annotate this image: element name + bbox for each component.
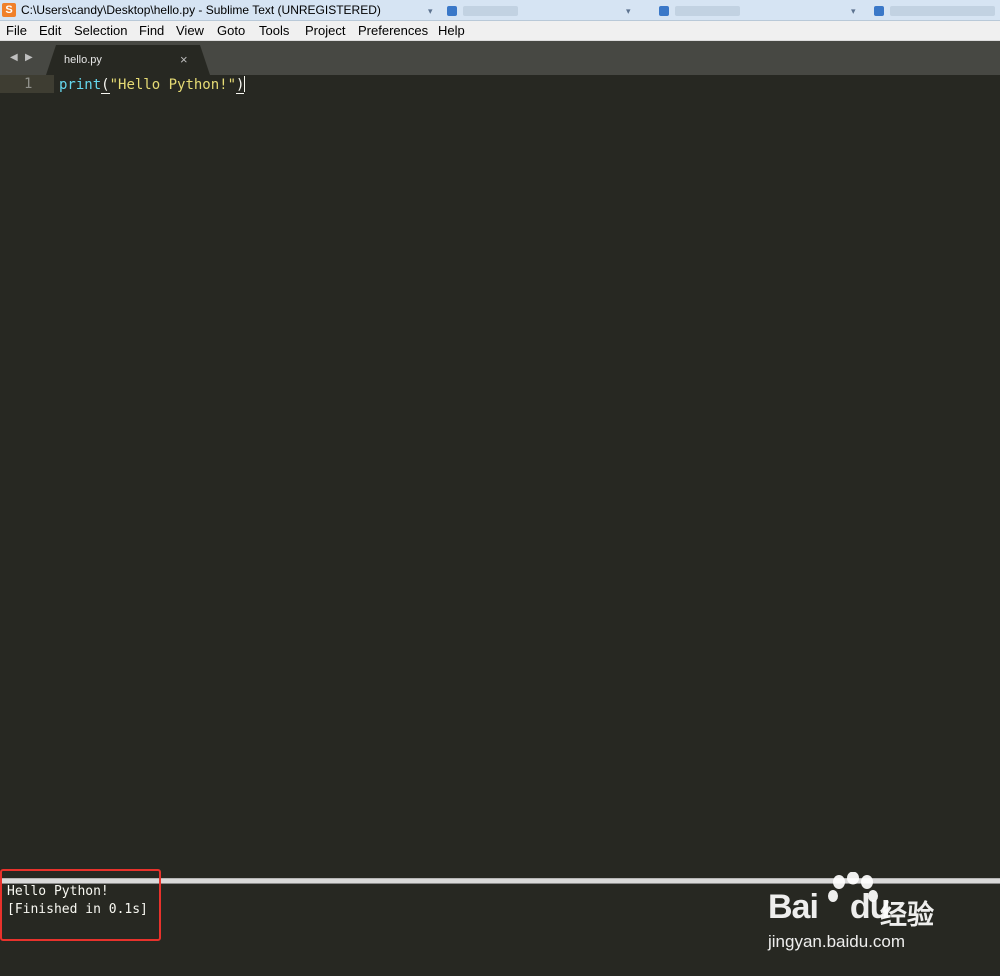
watermark-url: jingyan.baidu.com	[768, 932, 906, 951]
taskbar-separator-icon: ▾	[626, 6, 631, 16]
text-cursor	[244, 76, 246, 92]
watermark-cn: 经验	[880, 900, 934, 931]
sublime-app-icon: S	[2, 3, 16, 17]
taskbar-separator-icon: ▾	[851, 6, 856, 16]
tab-back-arrow-icon[interactable]: ◀	[10, 52, 18, 63]
menu-help[interactable]: Help	[438, 23, 465, 38]
line-number: 1	[24, 76, 33, 92]
window-icon	[874, 6, 884, 16]
code-text[interactable]: print("Hello Python!")	[59, 76, 246, 94]
menu-preferences[interactable]: Preferences	[358, 23, 428, 38]
code-string: "Hello Python!"	[109, 77, 237, 93]
code-close-paren: )	[236, 77, 245, 94]
taskbar-separator-icon: ▾	[428, 6, 433, 16]
tab-forward-arrow-icon[interactable]: ▶	[25, 52, 33, 63]
menu-view[interactable]: View	[176, 23, 204, 38]
code-function: print	[59, 77, 102, 93]
menu-edit[interactable]: Edit	[39, 23, 61, 38]
watermark-brand-part1: Bai	[768, 888, 819, 926]
menu-bar: File Edit Selection Find View Goto Tools…	[0, 21, 1000, 41]
menu-project[interactable]: Project	[305, 23, 345, 38]
title-bar: S C:\Users\candy\Desktop\hello.py - Subl…	[0, 0, 1000, 21]
menu-selection[interactable]: Selection	[74, 23, 127, 38]
tab-bar: ◀ ▶ hello.py ×	[0, 41, 1000, 75]
background-window-tab[interactable]	[659, 6, 740, 16]
menu-tools[interactable]: Tools	[259, 23, 289, 38]
window-title: C:\Users\candy\Desktop\hello.py - Sublim…	[21, 3, 381, 17]
menu-file[interactable]: File	[6, 23, 27, 38]
tab-hello-py[interactable]: hello.py ×	[46, 45, 210, 75]
menu-find[interactable]: Find	[139, 23, 164, 38]
watermark-brand: Bai du	[768, 888, 890, 927]
menu-goto[interactable]: Goto	[217, 23, 245, 38]
tab-label: hello.py	[64, 54, 102, 66]
window-icon	[659, 6, 669, 16]
editor-line: 1 print("Hello Python!")	[0, 75, 1000, 94]
code-open-paren: (	[101, 77, 110, 94]
window-icon	[447, 6, 457, 16]
background-window-tab[interactable]	[447, 6, 518, 16]
tab-close-icon[interactable]: ×	[180, 52, 188, 67]
annotation-highlight-box	[0, 869, 161, 941]
background-window-tab[interactable]	[874, 6, 995, 16]
code-editor[interactable]: 1 print("Hello Python!")	[0, 75, 1000, 878]
